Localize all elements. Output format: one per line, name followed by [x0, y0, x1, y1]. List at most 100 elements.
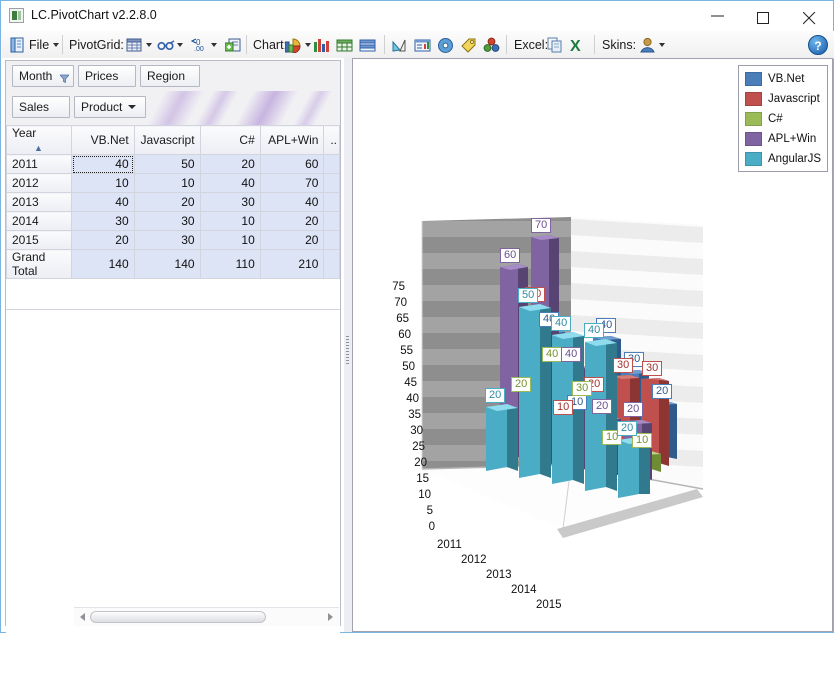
cell-2012-more[interactable] [323, 173, 340, 193]
cell-2011-more[interactable] [323, 154, 340, 174]
excel-copy-button[interactable] [547, 34, 563, 55]
filter-field-prices[interactable]: Prices [78, 65, 136, 87]
legend-item-csharp[interactable]: C# [745, 111, 783, 127]
legend-item-angularjs[interactable]: AngularJS [745, 151, 821, 167]
chart-tag-button[interactable] [460, 34, 476, 55]
row-header-2014[interactable]: 2014 [5, 211, 73, 231]
chart-grid-button[interactable] [336, 34, 353, 55]
legend-label-angularjs: AngularJS [768, 153, 822, 165]
chart-area-button[interactable] [391, 34, 407, 55]
pivot-grid: Month Prices Region Sales Product Year▲ … [5, 60, 341, 676]
data-label-aplwin-2011: 60 [500, 248, 521, 263]
legend-item-javascript[interactable]: Javascript [745, 91, 820, 107]
column-field-product-label: Product [81, 100, 123, 114]
cell-2012-javascript[interactable]: 10 [133, 173, 201, 193]
column-header-more[interactable]: .. [323, 125, 340, 155]
chart-report-icon [414, 37, 431, 53]
data-label-vbnet-2015: 20 [652, 384, 673, 399]
cell-2011-vbnet[interactable]: 40 [71, 154, 135, 174]
row-header-2015[interactable]: 2015 [5, 230, 73, 250]
legend-label-aplwin: APL+Win [768, 133, 817, 145]
pivotgrid-view-button[interactable] [157, 34, 183, 55]
cell-total-vbnet[interactable]: 140 [71, 249, 135, 279]
data-field-sales[interactable]: Sales [12, 96, 70, 118]
cell-total-javascript[interactable]: 140 [133, 249, 201, 279]
column-header-vbnet[interactable]: VB.Net [71, 125, 135, 155]
chart-cd-button[interactable] [437, 34, 453, 55]
close-button[interactable] [787, 1, 833, 31]
cell-2013-javascript[interactable]: 20 [133, 192, 201, 212]
skins-select-button[interactable] [639, 34, 665, 55]
skins-group-label: Skins: [602, 34, 636, 55]
splitter-grip[interactable] [346, 336, 349, 366]
cell-2012-csharp[interactable]: 40 [199, 173, 261, 193]
cell-2013-csharp[interactable]: 30 [199, 192, 261, 212]
cell-2014-csharp[interactable]: 10 [199, 211, 261, 231]
column-header-aplwin[interactable]: APL+Win [259, 125, 325, 155]
cell-2013-aplwin[interactable]: 40 [259, 192, 325, 212]
chevron-down-icon [177, 42, 183, 47]
cell-2015-csharp[interactable]: 10 [199, 230, 261, 250]
decimals-button[interactable]: 0.00 [190, 34, 217, 55]
row-header-2013[interactable]: 2013 [5, 192, 73, 212]
maximize-button[interactable] [741, 1, 787, 31]
column-field-product[interactable]: Product [74, 96, 146, 118]
file-menu-button[interactable]: File [9, 34, 60, 55]
data-label-angularjs-2014: 40 [584, 323, 605, 338]
cell-2014-more[interactable] [323, 211, 340, 231]
cell-2015-vbnet[interactable]: 20 [71, 230, 135, 250]
cell-2012-aplwin[interactable]: 70 [259, 173, 325, 193]
cell-2014-aplwin[interactable]: 20 [259, 211, 325, 231]
chevron-down-icon [659, 42, 665, 47]
cell-total-aplwin[interactable]: 210 [259, 249, 325, 279]
help-button[interactable]: ? [808, 35, 828, 55]
scrollbar-thumb[interactable] [90, 611, 266, 623]
file-menu-label: File [29, 37, 50, 52]
table-row: 2012 10 10 40 70 [5, 173, 340, 193]
legend-item-vbnet[interactable]: VB.Net [745, 71, 804, 87]
chart-report-button[interactable] [414, 34, 431, 55]
cell-2013-vbnet[interactable]: 40 [71, 192, 135, 212]
cell-2012-vbnet[interactable]: 10 [71, 173, 135, 193]
row-header-grand-total[interactable]: Grand Total [5, 249, 73, 279]
scroll-right-icon[interactable] [328, 613, 333, 621]
column-header-javascript[interactable]: Javascript [133, 125, 201, 155]
row-header-2011[interactable]: 2011 [5, 154, 73, 174]
cell-2015-javascript[interactable]: 30 [133, 230, 201, 250]
cell-total-more[interactable] [323, 249, 340, 279]
chart-type-button[interactable] [284, 34, 311, 55]
chart-split-button[interactable] [359, 34, 376, 55]
legend-item-aplwin[interactable]: APL+Win [745, 131, 816, 147]
cell-2015-more[interactable] [323, 230, 340, 250]
column-header-csharp[interactable]: C# [199, 125, 261, 155]
y-tick-20: 20 [414, 457, 427, 469]
row-header-2012[interactable]: 2012 [5, 173, 73, 193]
toolbar-separator [62, 35, 63, 54]
chart-bar-button[interactable] [313, 34, 329, 55]
cell-2014-javascript[interactable]: 30 [133, 211, 201, 231]
data-label-angularjs-2011: 20 [485, 388, 506, 403]
pivot-header-row: Year ▲ VB.Net Javascript C# APL+Win .. [5, 125, 340, 155]
row-field-header[interactable]: Year ▲ [5, 125, 73, 155]
toolbar-separator [246, 35, 247, 54]
pivotgrid-layout-button[interactable] [126, 34, 152, 55]
chart-bubbles-button[interactable] [483, 34, 500, 55]
cell-2011-csharp[interactable]: 20 [199, 154, 261, 174]
cell-2011-javascript[interactable]: 50 [133, 154, 201, 174]
filter-field-prices-label: Prices [85, 69, 119, 83]
cell-2011-aplwin[interactable]: 60 [259, 154, 325, 174]
cell-2015-aplwin[interactable]: 20 [259, 230, 325, 250]
cell-2013-more[interactable] [323, 192, 340, 212]
filter-field-month[interactable]: Month [12, 65, 74, 87]
cell-2014-vbnet[interactable]: 30 [71, 211, 135, 231]
pane-splitter[interactable] [344, 58, 352, 632]
minimize-button[interactable] [695, 1, 741, 31]
scroll-left-icon[interactable] [80, 613, 85, 621]
decimals-icon: 0.00 [190, 37, 207, 53]
legend-swatch-aplwin [745, 132, 762, 146]
add-field-button[interactable] [224, 34, 241, 55]
cell-total-csharp[interactable]: 110 [199, 249, 261, 279]
filter-field-region[interactable]: Region [140, 65, 200, 87]
pivot-horizontal-scrollbar[interactable] [74, 607, 339, 626]
excel-export-button[interactable]: X [570, 34, 586, 55]
